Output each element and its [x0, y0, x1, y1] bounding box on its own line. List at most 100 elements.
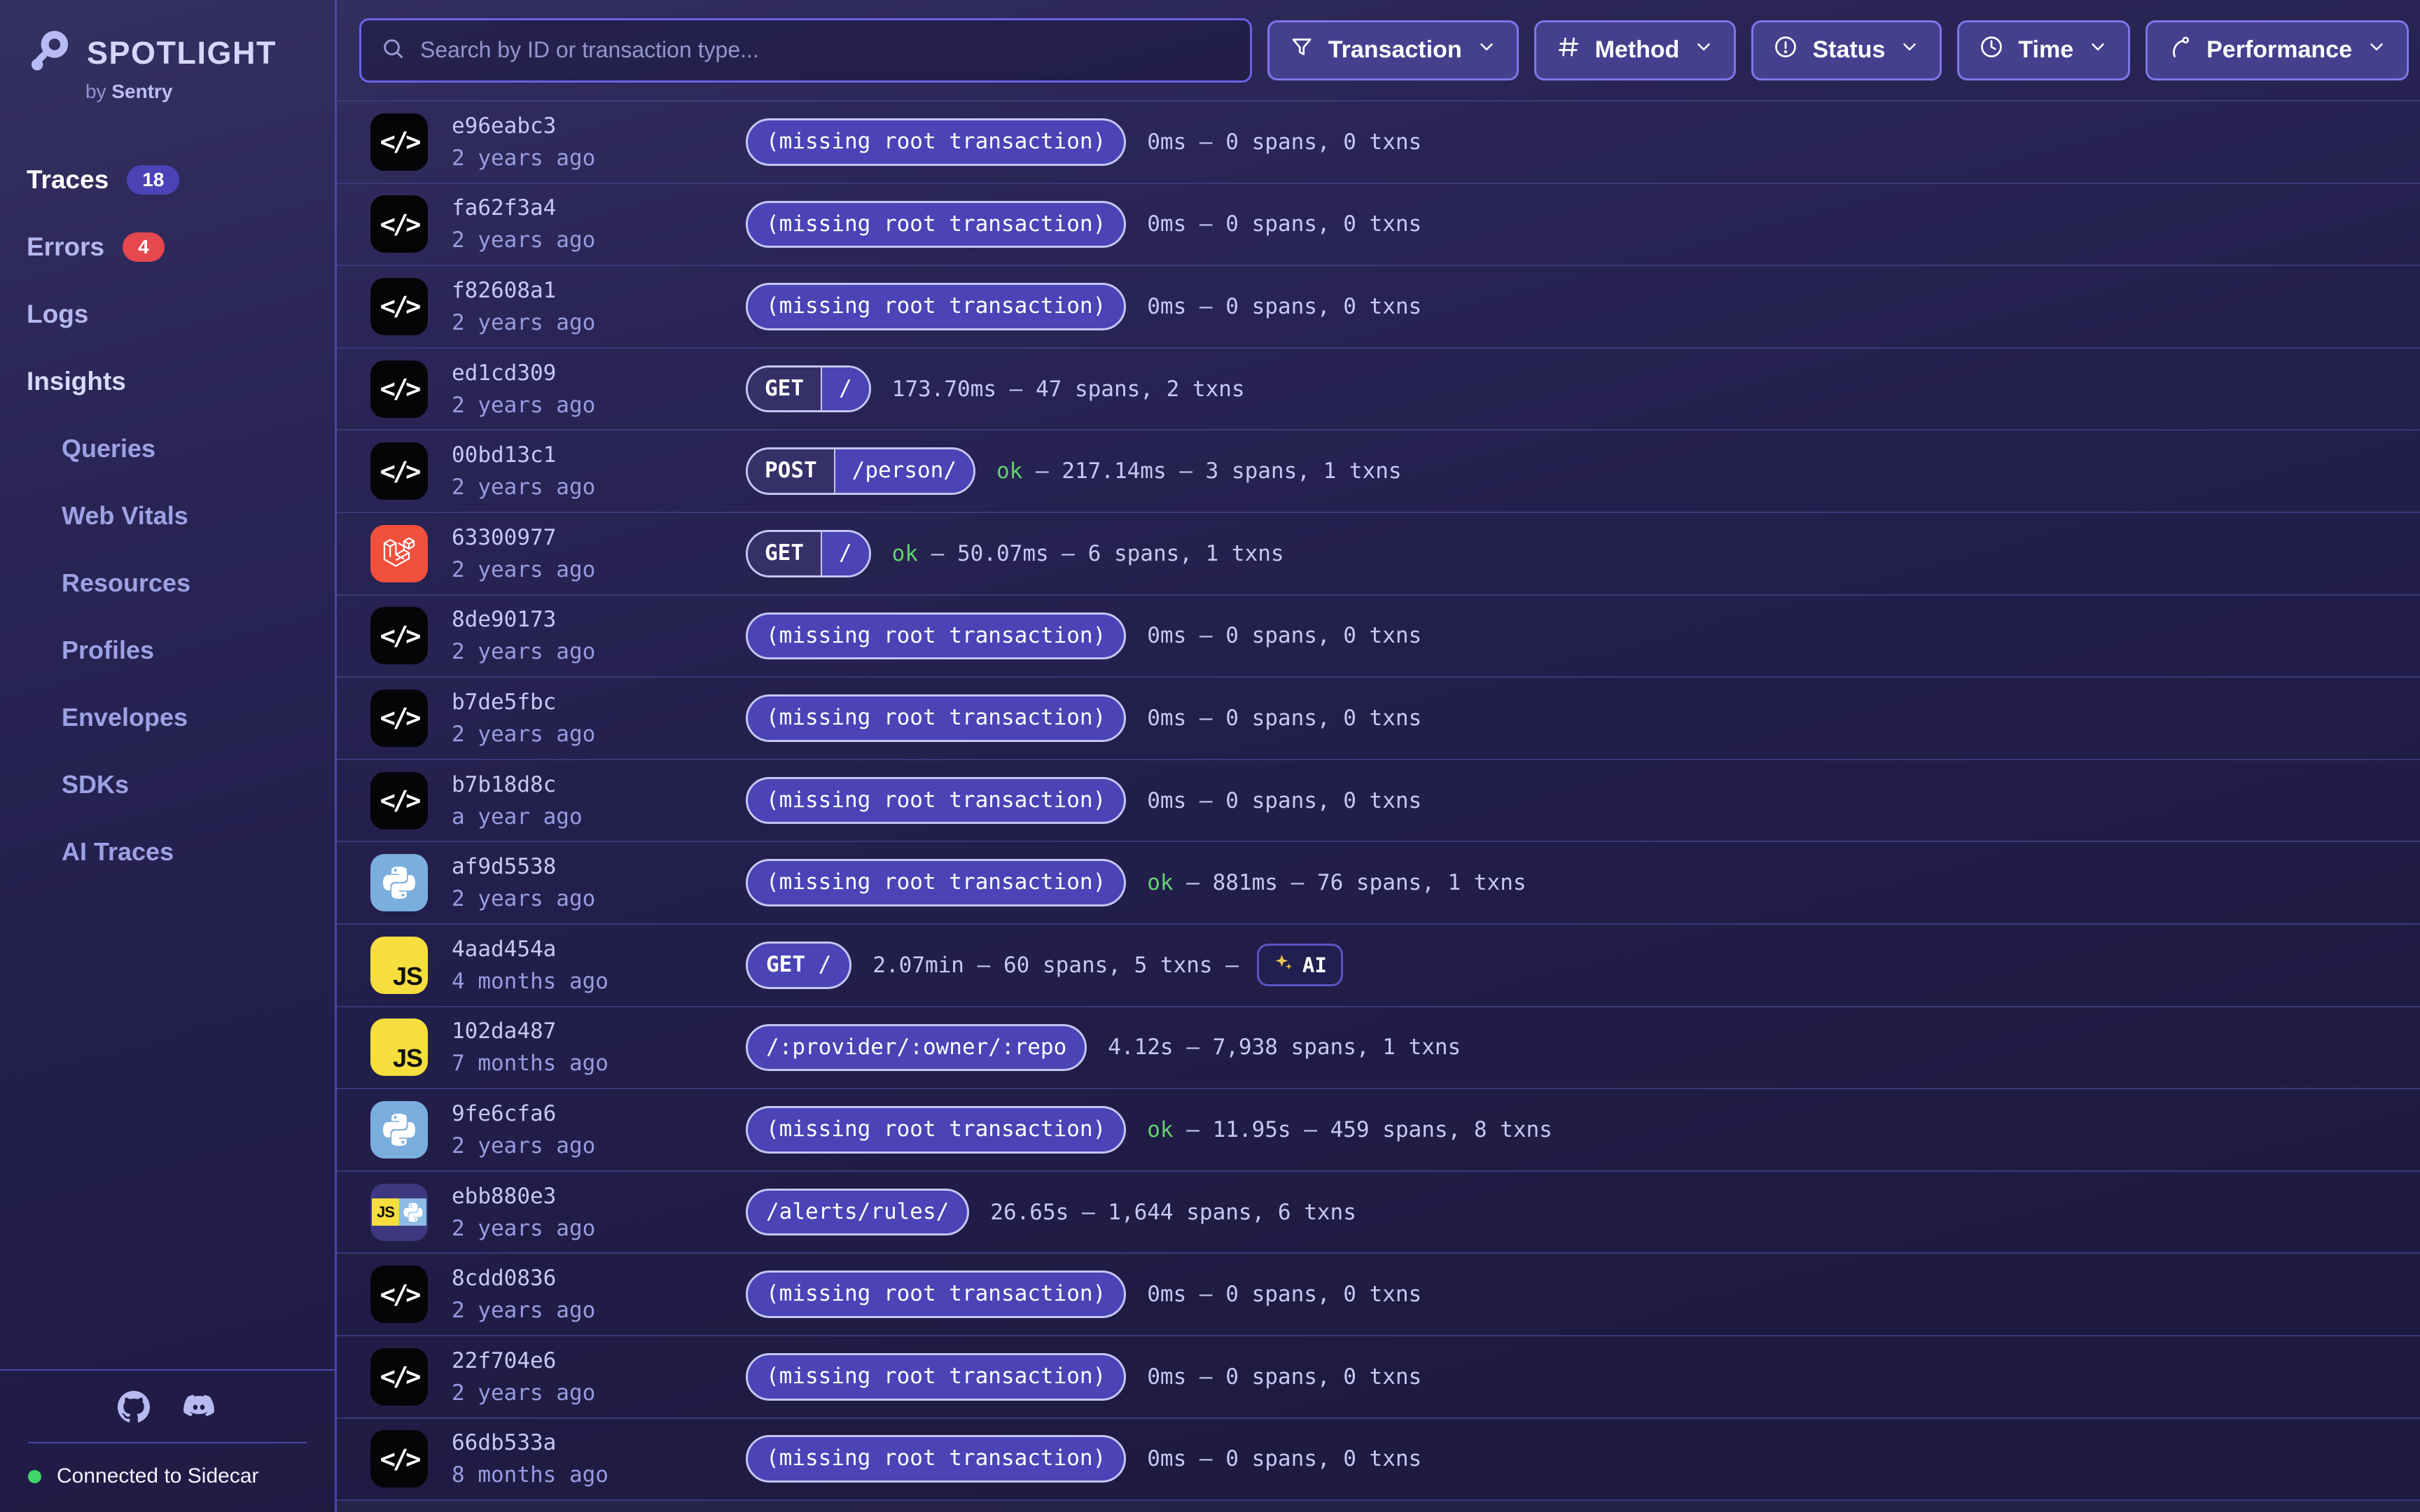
- chevron-down-icon: [1693, 36, 1714, 64]
- trace-row[interactable]: </> 00bd13c1 2 years ago POST/person/ok …: [337, 430, 2420, 513]
- trace-id: e96eabc3: [452, 113, 746, 139]
- error-count-badge: 4: [123, 232, 165, 262]
- trace-id: 9fe6cfa6: [452, 1101, 746, 1126]
- code-platform-icon: </>: [370, 690, 428, 747]
- trace-row[interactable]: JS 102da487 7 months ago /:provider/:own…: [337, 1007, 2420, 1090]
- sidebar-item-label: SDKs: [62, 770, 129, 799]
- sidebar-item-traces[interactable]: Traces 18: [27, 146, 335, 214]
- github-icon[interactable]: [118, 1391, 150, 1423]
- trace-stats: 0ms — 0 spans, 0 txns: [1147, 1282, 1421, 1307]
- missing-root-transaction-badge: (missing root transaction): [746, 1353, 1126, 1401]
- trace-row[interactable]: 63300977 2 years ago GET/ok — 50.07ms — …: [337, 513, 2420, 596]
- trace-row[interactable]: </> ed1cd309 2 years ago GET/173.70ms — …: [337, 349, 2420, 431]
- sidebar-item-profiles[interactable]: Profiles: [27, 617, 335, 684]
- search-input[interactable]: [420, 37, 1230, 63]
- trace-age: 2 years ago: [452, 227, 746, 253]
- trace-id: 8cdd0836: [452, 1266, 746, 1291]
- trace-age: 7 months ago: [452, 1051, 746, 1076]
- trace-age: 4 months ago: [452, 969, 746, 994]
- python-platform-icon: [370, 854, 428, 911]
- trace-row[interactable]: </> 8de90173 2 years ago (missing root t…: [337, 596, 2420, 678]
- sidebar-item-web-vitals[interactable]: Web Vitals: [27, 482, 335, 550]
- trace-row[interactable]: JS ebb880e3 2 years ago /alerts/rules/26…: [337, 1172, 2420, 1254]
- trace-age: 2 years ago: [452, 310, 746, 335]
- trace-row[interactable]: </> 22f704e6 2 years ago (missing root t…: [337, 1336, 2420, 1419]
- sidebar-item-queries[interactable]: Queries: [27, 415, 335, 482]
- trace-id: b7b18d8c: [452, 772, 746, 797]
- filter-button-method[interactable]: Method: [1534, 20, 1737, 80]
- transaction-badge: GET /: [746, 941, 851, 989]
- missing-root-transaction-badge: (missing root transaction): [746, 201, 1126, 248]
- trace-id: 22f704e6: [452, 1348, 746, 1373]
- sidebar-item-label: Insights: [27, 367, 126, 396]
- transaction-badge: /alerts/rules/: [746, 1189, 969, 1236]
- main-panel: Transaction Method Status Time Performan…: [337, 0, 2420, 1512]
- trace-stats: ok — 11.95s — 459 spans, 8 txns: [1147, 1117, 1552, 1142]
- trace-id: 66db533a: [452, 1430, 746, 1455]
- trace-row[interactable]: </> 66db533a 8 months ago (missing root …: [337, 1419, 2420, 1502]
- sidebar-item-logs[interactable]: Logs: [27, 281, 335, 348]
- search-bar[interactable]: [359, 18, 1252, 83]
- transaction-path: /: [821, 368, 869, 411]
- code-platform-icon: </>: [370, 442, 428, 500]
- sidebar-item-envelopes[interactable]: Envelopes: [27, 684, 335, 751]
- trace-row[interactable]: af9d5538 2 years ago (missing root trans…: [337, 842, 2420, 925]
- trace-id: f82608a1: [452, 278, 746, 303]
- trace-list: </> e96eabc3 2 years ago (missing root t…: [337, 102, 2420, 1512]
- status-ok-label: ok: [1147, 1117, 1173, 1142]
- trace-row[interactable]: 9fe6cfa6 2 years ago (missing root trans…: [337, 1089, 2420, 1172]
- logo: SPOTLIGHT: [0, 0, 335, 78]
- trace-id: fa62f3a4: [452, 195, 746, 220]
- connected-label: Connected to Sidecar: [57, 1464, 259, 1488]
- trace-age: 2 years ago: [452, 146, 746, 171]
- sidebar-nav: Traces 18 Errors 4 Logs Insights Queries…: [0, 146, 335, 886]
- code-platform-icon: </>: [370, 278, 428, 335]
- sidebar-item-ai-traces[interactable]: AI Traces: [27, 818, 335, 886]
- trace-stats: 26.65s — 1,644 spans, 6 txns: [990, 1200, 1356, 1225]
- trace-stats: 0ms — 0 spans, 0 txns: [1147, 706, 1421, 731]
- trace-row[interactable]: JS 4aad454a 4 months ago GET /2.07min — …: [337, 925, 2420, 1007]
- status-ok-label: ok: [892, 541, 918, 566]
- python-platform-icon: [370, 1101, 428, 1158]
- filter-button-transaction[interactable]: Transaction: [1267, 20, 1519, 80]
- filter-label: Time: [2018, 36, 2073, 64]
- trace-id: ebb880e3: [452, 1184, 746, 1209]
- trace-age: 2 years ago: [452, 1216, 746, 1241]
- trace-row-partial[interactable]: [337, 1501, 2420, 1512]
- trace-row[interactable]: </> 8cdd0836 2 years ago (missing root t…: [337, 1254, 2420, 1336]
- code-platform-icon: </>: [370, 113, 428, 171]
- http-method: GET: [748, 368, 821, 411]
- sidebar-item-sdks[interactable]: SDKs: [27, 751, 335, 818]
- trace-stats: 4.12s — 7,938 spans, 1 txns: [1108, 1035, 1461, 1060]
- missing-root-transaction-badge: (missing root transaction): [746, 283, 1126, 330]
- trace-age: 2 years ago: [452, 557, 746, 582]
- method-path-badge: GET/: [746, 530, 871, 578]
- app-title: SPOTLIGHT: [87, 35, 277, 71]
- sidebar-item-errors[interactable]: Errors 4: [27, 214, 335, 281]
- sidebar-item-resources[interactable]: Resources: [27, 550, 335, 617]
- python-mini-icon: [399, 1198, 426, 1226]
- trace-row[interactable]: </> b7de5fbc 2 years ago (missing root t…: [337, 678, 2420, 760]
- toolbar: Transaction Method Status Time Performan…: [337, 0, 2420, 102]
- sidebar-item-label: Traces: [27, 165, 109, 195]
- trace-stats: 0ms — 0 spans, 0 txns: [1147, 1446, 1421, 1471]
- discord-icon[interactable]: [181, 1389, 217, 1425]
- filter-button-performance[interactable]: Performance: [2146, 20, 2409, 80]
- javascript-platform-icon: JS: [370, 937, 428, 994]
- trace-stats: 0ms — 0 spans, 0 txns: [1147, 130, 1421, 155]
- sidebar: SPOTLIGHT by Sentry Traces 18 Errors 4 L…: [0, 0, 337, 1512]
- trace-id: 102da487: [452, 1018, 746, 1044]
- trace-row[interactable]: </> f82608a1 2 years ago (missing root t…: [337, 266, 2420, 349]
- filter-button-time[interactable]: Time: [1957, 20, 2130, 80]
- trace-stats: 0ms — 0 spans, 0 txns: [1147, 1364, 1421, 1390]
- sidebar-item-label: Resources: [62, 568, 190, 598]
- missing-root-transaction-badge: (missing root transaction): [746, 612, 1126, 660]
- trace-row[interactable]: </> e96eabc3 2 years ago (missing root t…: [337, 102, 2420, 184]
- transaction-badge: /:provider/:owner/:repo: [746, 1024, 1087, 1072]
- trace-row[interactable]: </> fa62f3a4 2 years ago (missing root t…: [337, 184, 2420, 267]
- missing-root-transaction-badge: (missing root transaction): [746, 1270, 1126, 1318]
- trace-row[interactable]: </> b7b18d8c a year ago (missing root tr…: [337, 760, 2420, 843]
- sidebar-item-insights[interactable]: Insights: [27, 348, 335, 415]
- missing-root-transaction-badge: (missing root transaction): [746, 859, 1126, 906]
- filter-button-status[interactable]: Status: [1751, 20, 1942, 80]
